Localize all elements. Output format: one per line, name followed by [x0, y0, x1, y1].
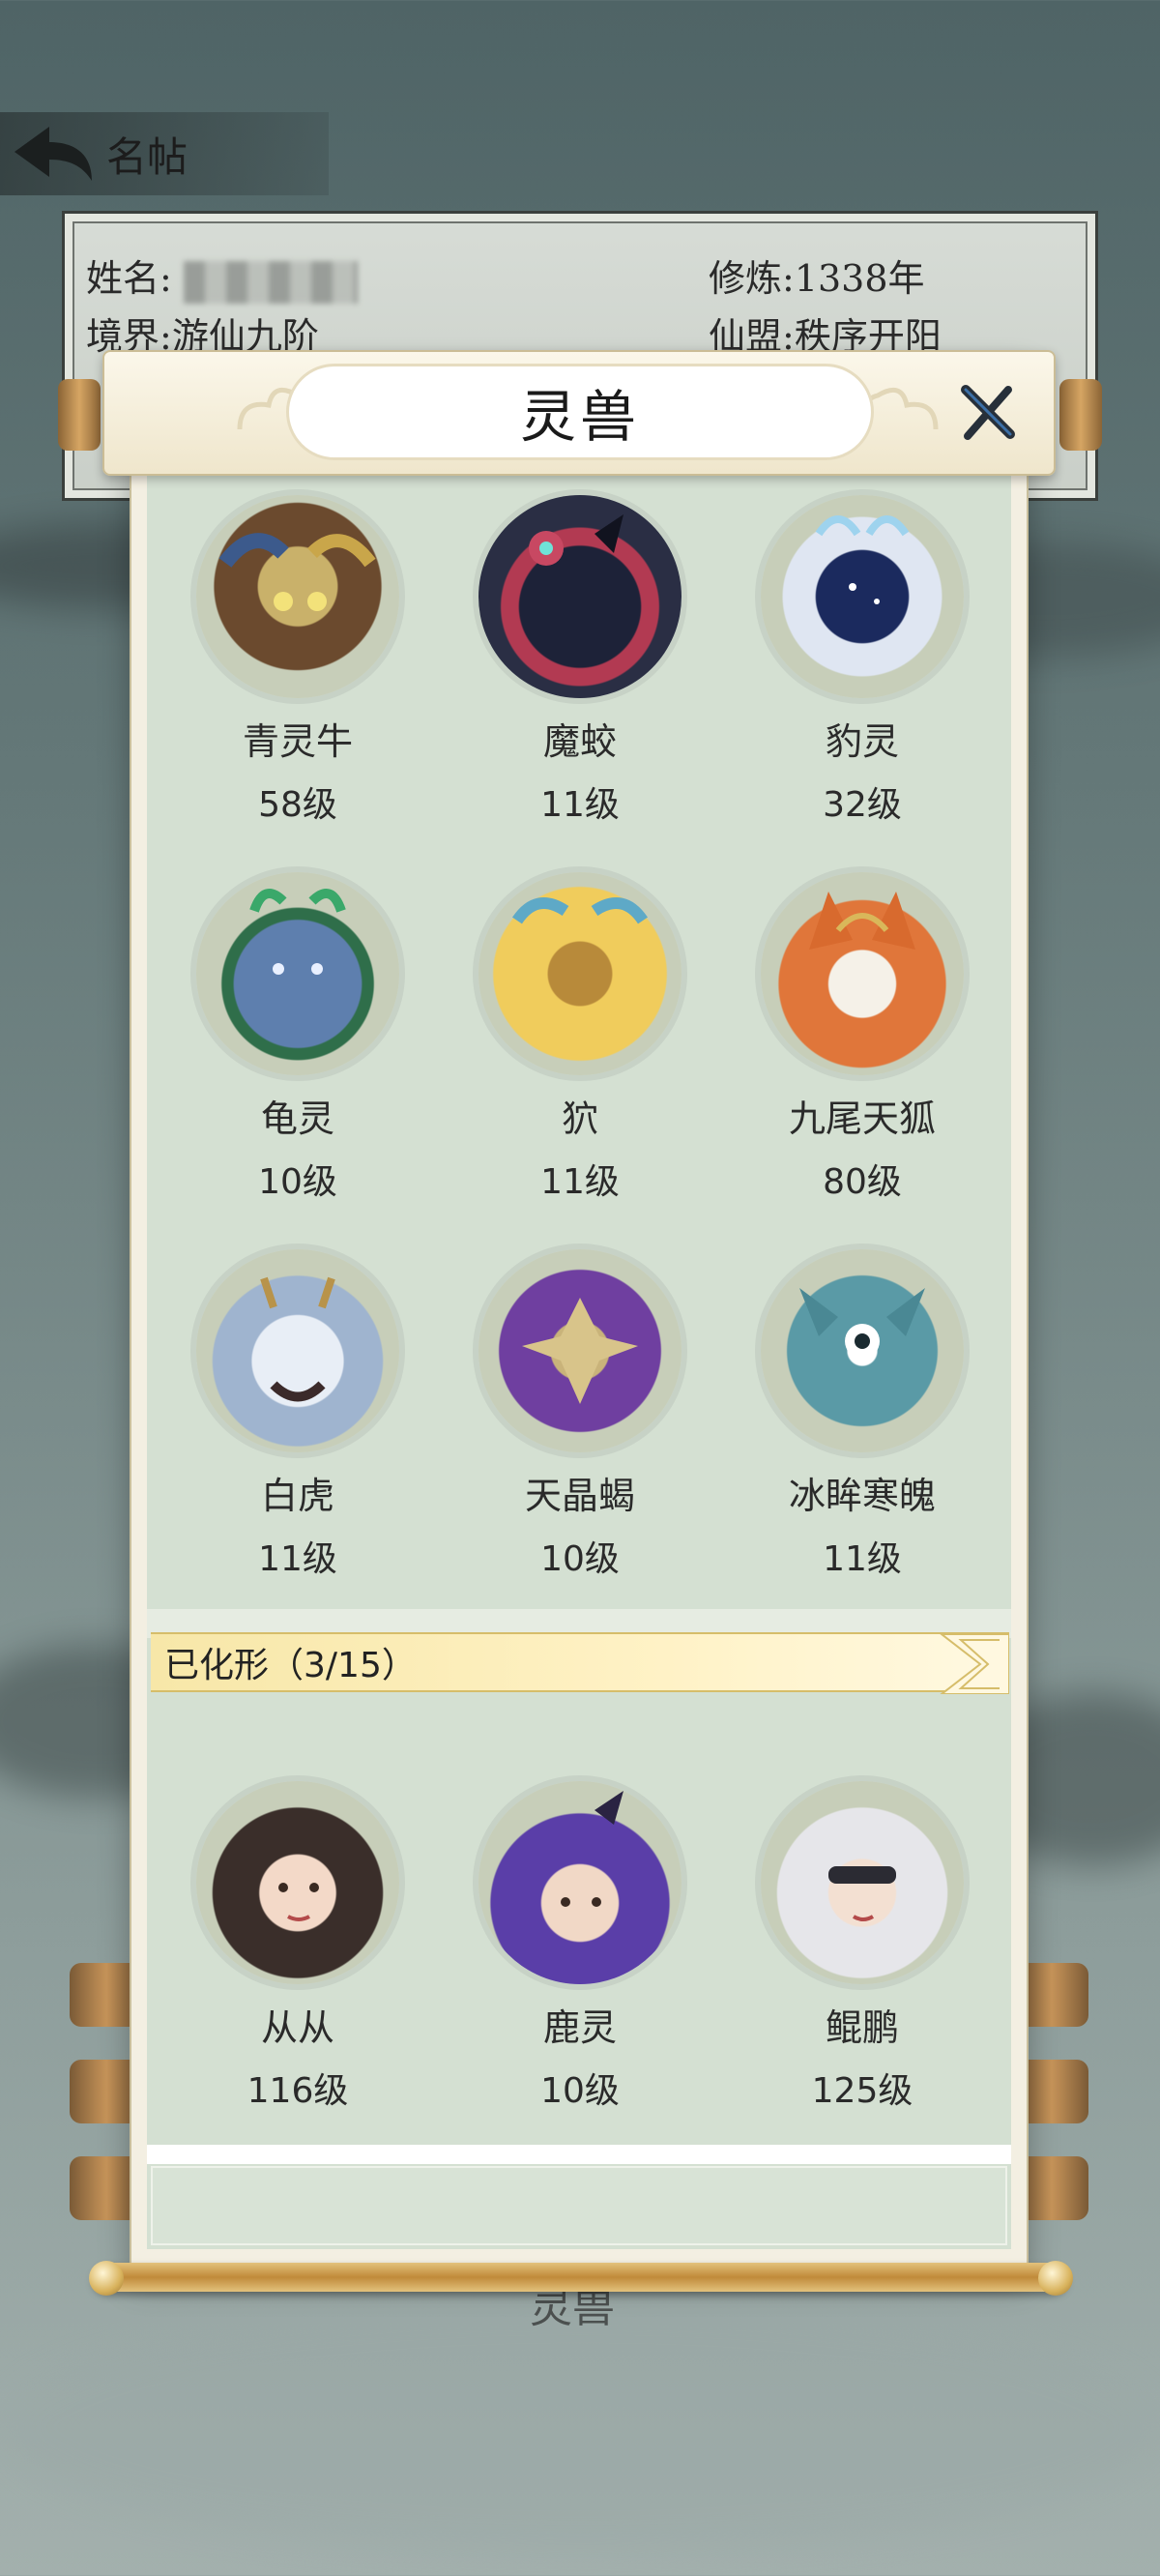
- beast-card[interactable]: 白虎 11级: [172, 1249, 423, 1579]
- beast-card[interactable]: 豹灵 32级: [737, 495, 988, 825]
- beast-card[interactable]: 九尾天狐 80级: [737, 872, 988, 1202]
- beast-card[interactable]: 魔蛟 11级: [454, 495, 706, 825]
- beast-level: 32级: [823, 785, 902, 825]
- beast-name: 从从: [260, 2006, 334, 2049]
- beast-name: 豹灵: [825, 720, 899, 763]
- beast-portrait: [761, 1781, 964, 1984]
- name-redacted: [183, 260, 358, 304]
- list-footer: [151, 2166, 1007, 2245]
- transformed-section-banner: 已化形（3/15）: [151, 1632, 1009, 1694]
- beast-portrait: [478, 1249, 682, 1452]
- beast-card[interactable]: 青灵牛 58级: [172, 495, 423, 825]
- modal-title-pill: 灵兽: [286, 364, 874, 460]
- beast-card[interactable]: 冰眸寒魄 11级: [737, 1249, 988, 1579]
- beast-name: 鲲鹏: [825, 2006, 899, 2049]
- cultivation-label: 修炼:: [709, 257, 795, 300]
- beast-name: 狖: [561, 1098, 598, 1140]
- name-row: 姓名:: [86, 249, 358, 304]
- transformed-section-label: 已化形（3/15）: [164, 1646, 417, 1685]
- back-arrow-icon: [14, 127, 92, 181]
- beast-portrait: [761, 495, 964, 698]
- cultivation-row: 修炼:1338年: [709, 249, 925, 302]
- beast-portrait: [196, 1249, 399, 1452]
- scorpion-icon: [522, 1298, 638, 1404]
- modal-title: 灵兽: [519, 384, 640, 450]
- scroll-cap-left: [58, 379, 101, 451]
- scroll-bottom-rod: [93, 2263, 1067, 2292]
- ox-icon: [218, 533, 376, 611]
- beast-level: 11级: [258, 1539, 337, 1579]
- background-fog: [0, 2301, 1160, 2553]
- beast-portrait: [478, 872, 682, 1075]
- scroll-cap-right: [1059, 379, 1102, 451]
- name-label: 姓名:: [86, 257, 172, 300]
- beast-level: 11级: [540, 1162, 620, 1202]
- beast-level: 10级: [540, 2071, 620, 2111]
- close-icon: [961, 385, 1015, 440]
- transformed-beast-card[interactable]: 鹿灵 10级: [454, 1781, 706, 2111]
- beast-portrait: [196, 1781, 399, 1984]
- back-button[interactable]: [0, 112, 106, 195]
- beast-portrait: [196, 495, 399, 698]
- beast-name: 龟灵: [260, 1098, 334, 1140]
- beast-name: 鹿灵: [542, 2006, 617, 2049]
- banner-swallowtail-icon: [940, 1634, 1009, 1694]
- beast-name: 天晶蝎: [524, 1475, 635, 1517]
- beast-card[interactable]: 狖 11级: [454, 872, 706, 1202]
- white-tiger-icon: [260, 1276, 335, 1402]
- transformed-beast-card[interactable]: 从从 116级: [172, 1781, 423, 2111]
- beast-portrait: [478, 495, 682, 698]
- rod-knob-right: [1038, 2261, 1073, 2296]
- beast-level: 125级: [811, 2071, 914, 2111]
- beast-level: 116级: [246, 2071, 349, 2111]
- nine-tailed-fox-icon: [809, 892, 915, 950]
- turtle-spirit-icon: [249, 889, 346, 975]
- leopard-spirit-icon: [815, 515, 910, 604]
- lion-beast-icon: [512, 897, 648, 924]
- list-divider: [147, 2145, 1011, 2164]
- close-button[interactable]: [953, 379, 1021, 447]
- beast-card[interactable]: 龟灵 10级: [172, 872, 423, 1202]
- cultivation-value: 1338年: [794, 257, 925, 300]
- page-title: 名帖: [106, 132, 188, 181]
- beast-name: 九尾天狐: [788, 1098, 936, 1140]
- beast-portrait: [761, 872, 964, 1075]
- beast-portrait: [196, 872, 399, 1075]
- kunpeng-portrait-icon: [828, 1866, 896, 1921]
- beast-portrait: [478, 1781, 682, 1984]
- beast-name: 冰眸寒魄: [788, 1475, 936, 1517]
- dragon-icon: [529, 514, 624, 566]
- deer-spirit-portrait-icon: [561, 1791, 624, 1907]
- transformed-beast-card[interactable]: 鲲鹏 125级: [737, 1781, 988, 2111]
- top-bar: 名帖: [0, 112, 329, 195]
- ice-eye-icon: [799, 1288, 925, 1359]
- beast-level: 10级: [540, 1539, 620, 1579]
- beast-name: 魔蛟: [542, 720, 617, 763]
- beast-level: 11级: [823, 1539, 902, 1579]
- rod-knob-left: [89, 2261, 124, 2296]
- beast-level: 58级: [258, 785, 337, 825]
- beast-level: 11级: [540, 785, 620, 825]
- beast-level: 80级: [823, 1162, 902, 1202]
- beast-name: 白虎: [260, 1475, 334, 1517]
- beast-portrait: [761, 1249, 964, 1452]
- beast-name: 青灵牛: [242, 720, 353, 763]
- beast-level: 10级: [258, 1162, 337, 1202]
- beast-card[interactable]: 天晶蝎 10级: [454, 1249, 706, 1579]
- maiden-portrait-icon: [278, 1883, 319, 1921]
